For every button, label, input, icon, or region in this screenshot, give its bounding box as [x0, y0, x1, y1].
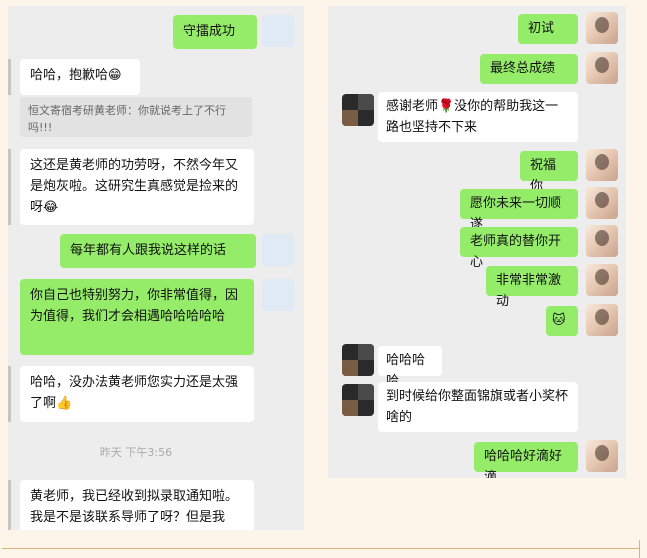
message-bubble[interactable]: 哈哈哈好滴好滴: [474, 442, 578, 478]
avatar-maruko[interactable]: [262, 279, 294, 311]
avatar-maruko[interactable]: [262, 15, 294, 47]
message-bubble[interactable]: 黄老师，我已经收到拟录取通知啦。我是不是该联系导师了呀？但是我: [20, 480, 254, 530]
message-bubble[interactable]: 最终总成绩: [480, 54, 578, 84]
left-chat-panel: 守擂成功 哈哈，抱歉哈😁 恒文寄宿考研黄老师：你就说考上了不行吗!!! 这还是黄…: [8, 6, 304, 530]
message-bubble[interactable]: 每年都有人跟我说这样的话: [60, 234, 256, 268]
avatar-girl[interactable]: [586, 149, 618, 181]
avatar-student[interactable]: [342, 344, 374, 376]
message-bubble[interactable]: 到时候给你整面锦旗或者小奖杯啥的: [378, 382, 578, 432]
avatar-girl[interactable]: [586, 12, 618, 44]
right-chat-panel: 初试 最终总成绩 感谢老师🌹没你的帮助我这一路也坚持不下来 祝福你 愿你未来一切…: [328, 6, 626, 478]
avatar-girl[interactable]: [586, 187, 618, 219]
message-bubble[interactable]: 你自己也特别努力，你非常值得，因为值得，我们才会相遇哈哈哈哈哈: [20, 279, 254, 355]
avatar-girl[interactable]: [586, 264, 618, 296]
message-bubble[interactable]: 守擂成功: [173, 15, 257, 49]
unread-marker: [8, 59, 11, 95]
message-bubble[interactable]: 愿你未来一切顺遂: [460, 189, 578, 232]
avatar-girl[interactable]: [586, 440, 618, 472]
avatar-girl[interactable]: [586, 52, 618, 84]
message-bubble[interactable]: 祝福你: [520, 151, 578, 194]
chat-timestamp: 昨天 下午3:56: [99, 446, 173, 459]
avatar-student[interactable]: [342, 94, 374, 126]
unread-marker: [8, 480, 11, 530]
message-bubble[interactable]: 哈哈哈哈: [378, 346, 442, 389]
message-bubble[interactable]: 老师真的替你开心: [460, 227, 578, 270]
bottom-divider: [2, 548, 639, 549]
unread-marker: [8, 149, 11, 225]
sticker-bubble[interactable]: 🐱: [546, 306, 578, 336]
avatar-girl[interactable]: [586, 225, 618, 257]
unread-marker: [8, 366, 11, 422]
avatar-student[interactable]: [342, 384, 374, 416]
message-bubble[interactable]: 哈哈，没办法黄老师您实力还是太强了啊👍: [20, 366, 254, 422]
message-bubble[interactable]: 感谢老师🌹没你的帮助我这一路也坚持不下来: [378, 92, 578, 142]
quoted-message[interactable]: 恒文寄宿考研黄老师：你就说考上了不行吗!!!: [20, 97, 252, 137]
avatar-maruko[interactable]: [262, 234, 294, 266]
message-bubble[interactable]: 非常非常激动: [486, 266, 578, 309]
message-bubble[interactable]: 哈哈，抱歉哈😁: [20, 59, 140, 95]
message-bubble[interactable]: 初试: [518, 14, 578, 44]
avatar-girl[interactable]: [586, 304, 618, 336]
right-divider: [639, 540, 640, 558]
message-bubble[interactable]: 这还是黄老师的功劳呀，不然今年又是炮灰啦。这研究生真感觉是捡来的呀😂: [20, 149, 254, 225]
